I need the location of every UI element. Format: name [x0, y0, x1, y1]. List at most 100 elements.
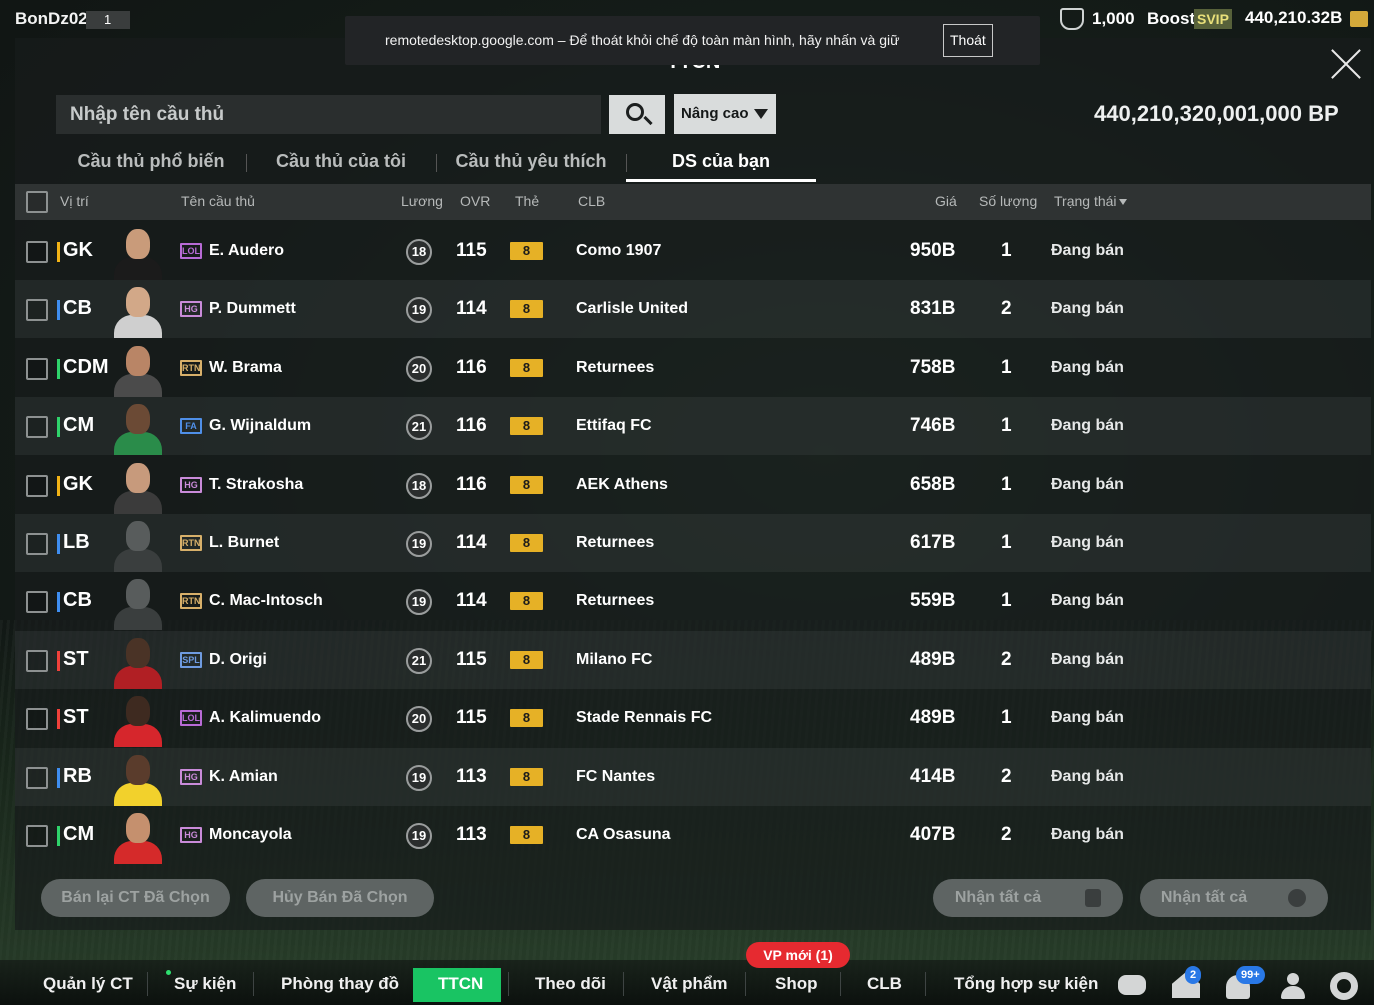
select-all-checkbox[interactable]	[26, 191, 48, 213]
player-avatar[interactable]	[112, 692, 164, 747]
grade-badge: 8	[510, 359, 543, 377]
row-checkbox[interactable]	[26, 358, 48, 380]
tab-favorite-players[interactable]: Cầu thủ yêu thích	[436, 146, 626, 182]
claim-all-bp-button[interactable]: Nhận tất cả	[1140, 879, 1328, 917]
player-name[interactable]: P. Dummett	[209, 300, 296, 318]
player-avatar[interactable]	[112, 459, 164, 514]
claim-all-players-button[interactable]: Nhận tất cả	[933, 879, 1123, 917]
table-row[interactable]: RB HG K. Amian 19 113 8 FC Nantes 414B 2 Đang bán	[15, 748, 1371, 806]
player-name[interactable]: Moncayola	[209, 826, 292, 844]
resell-selected-button[interactable]: Bán lại CT Đã Chọn	[41, 879, 230, 917]
player-avatar[interactable]	[112, 225, 164, 280]
player-name[interactable]: C. Mac-Intosch	[209, 592, 323, 610]
player-name[interactable]: E. Audero	[209, 242, 284, 260]
tab-popular-players[interactable]: Cầu thủ phổ biến	[56, 146, 246, 182]
row-checkbox[interactable]	[26, 475, 48, 497]
profile-icon[interactable]	[1280, 973, 1306, 999]
wage-badge: 21	[406, 414, 432, 440]
player-search-input[interactable]	[56, 95, 601, 134]
table-row[interactable]: CDM RTN W. Brama 20 116 8 Returnees 758B 1 Đang b…	[15, 339, 1371, 397]
player-name[interactable]: K. Amian	[209, 768, 278, 786]
ovr-value: 116	[456, 474, 487, 495]
nav-transfer-market[interactable]: TTCN	[438, 974, 483, 994]
player-position: CDM	[63, 356, 109, 378]
table-row[interactable]: CB HG P. Dummett 19 114 8 Carlisle United 831B 2…	[15, 280, 1371, 338]
player-avatar[interactable]	[112, 575, 164, 630]
club-name: Carlisle United	[576, 300, 689, 317]
row-checkbox[interactable]	[26, 416, 48, 438]
price-value: 658B	[910, 474, 956, 495]
position-color-bar	[57, 417, 60, 437]
search-button[interactable]	[609, 95, 665, 134]
nav-events[interactable]: Sự kiện	[174, 974, 236, 994]
table-row[interactable]: GK HG T. Strakosha 18 116 8 AEK Athens 658B 1 Đan…	[15, 456, 1371, 514]
row-checkbox[interactable]	[26, 591, 48, 613]
advanced-filter-dropdown[interactable]: Nâng cao	[674, 94, 776, 134]
table-row[interactable]: CB RTN C. Mac-Intosch 19 114 8 Returnees 559B 1 Đ…	[15, 572, 1371, 630]
table-row[interactable]: ST SPL D. Origi 21 115 8 Milano FC 489B 2 Đang bá…	[15, 631, 1371, 689]
nav-event-summary[interactable]: Tổng hợp sự kiện	[954, 974, 1098, 994]
table-row[interactable]: CM HG Moncayola 19 113 8 CA Osasuna 407B 2 Đang b…	[15, 806, 1371, 864]
player-avatar[interactable]	[112, 634, 164, 689]
row-checkbox[interactable]	[26, 767, 48, 789]
player-position: CM	[63, 414, 95, 436]
row-checkbox[interactable]	[26, 533, 48, 555]
player-avatar[interactable]	[112, 809, 164, 864]
new-items-badge: VP mới (1)	[746, 942, 850, 968]
nav-shop[interactable]: Shop	[775, 974, 818, 994]
tab-my-players[interactable]: Cầu thủ của tôi	[246, 146, 436, 182]
nav-club[interactable]: CLB	[867, 974, 902, 994]
grade-badge: 8	[510, 768, 543, 786]
player-name[interactable]: G. Wijnaldum	[209, 417, 311, 435]
gear-icon[interactable]	[1330, 972, 1358, 1000]
player-avatar[interactable]	[112, 400, 164, 455]
chat-icon[interactable]	[1118, 975, 1146, 995]
quantity-value: 2	[1001, 298, 1012, 319]
cancel-selected-button[interactable]: Hủy Bán Đã Chọn	[246, 879, 434, 917]
close-button[interactable]	[1330, 48, 1362, 80]
player-avatar[interactable]	[112, 342, 164, 397]
listing-status: Đang bán	[1051, 417, 1124, 434]
quantity-value: 2	[1001, 824, 1012, 845]
listing-status: Đang bán	[1051, 300, 1124, 317]
club-name: FC Nantes	[576, 768, 656, 785]
boost-label[interactable]: Boost	[1147, 9, 1195, 29]
club-name: Milano FC	[576, 651, 653, 668]
price-value: 617B	[910, 532, 956, 553]
row-checkbox[interactable]	[26, 299, 48, 321]
club-name: Returnees	[576, 534, 655, 551]
ovr-value: 113	[456, 766, 487, 787]
player-avatar[interactable]	[112, 283, 164, 338]
club-name: Ettifaq FC	[576, 417, 652, 434]
nav-locker-room[interactable]: Phòng thay đồ	[281, 974, 399, 994]
position-color-bar	[57, 534, 60, 554]
table-row[interactable]: GK LOL E. Audero 18 115 8 Como 1907 950B 1 Đang b…	[15, 222, 1371, 280]
user-level: 1	[86, 11, 130, 29]
player-name[interactable]: W. Brama	[209, 359, 282, 377]
row-checkbox[interactable]	[26, 241, 48, 263]
quantity-value: 1	[1001, 707, 1012, 728]
player-avatar[interactable]	[112, 751, 164, 806]
player-name[interactable]: A. Kalimuendo	[209, 709, 321, 727]
player-name[interactable]: T. Strakosha	[209, 476, 303, 494]
wage-badge: 19	[406, 531, 432, 557]
quantity-value: 1	[1001, 474, 1012, 495]
nav-items[interactable]: Vật phẩm	[651, 974, 728, 994]
player-avatar[interactable]	[112, 517, 164, 572]
table-row[interactable]: LB RTN L. Burnet 19 114 8 Returnees 617B 1 Đang b…	[15, 514, 1371, 572]
table-row[interactable]: ST LOL A. Kalimuendo 20 115 8 Stade Rennais FC…	[15, 689, 1371, 747]
row-checkbox[interactable]	[26, 650, 48, 672]
row-checkbox[interactable]	[26, 825, 48, 847]
nav-player-management[interactable]: Quản lý CT	[43, 974, 133, 994]
remote-desktop-exit-button[interactable]: Thoát	[943, 24, 993, 57]
tab-your-listings[interactable]: DS của bạn	[626, 146, 816, 182]
player-name[interactable]: L. Burnet	[209, 534, 279, 552]
nav-watchlist[interactable]: Theo dõi	[535, 974, 606, 994]
season-badge: RTN	[180, 593, 202, 609]
row-checkbox[interactable]	[26, 708, 48, 730]
table-row[interactable]: CM FA G. Wijnaldum 21 116 8 Ettifaq FC 746B 1 Đan…	[15, 397, 1371, 455]
header-status[interactable]: Trạng thái	[1054, 193, 1127, 209]
player-name[interactable]: D. Origi	[209, 651, 267, 669]
player-position: RB	[63, 765, 92, 787]
svip-badge[interactable]: SVIP	[1194, 9, 1232, 29]
